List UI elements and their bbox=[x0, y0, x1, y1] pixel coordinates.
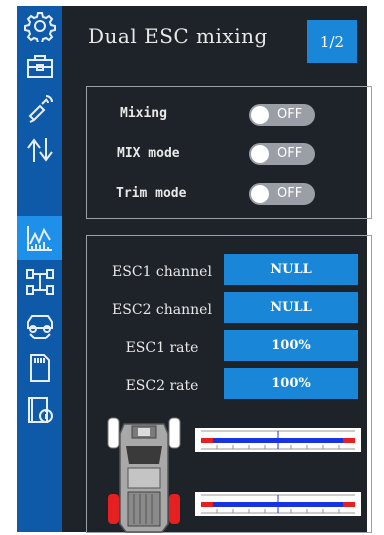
esc2-channel-label: ESC2 channel bbox=[112, 302, 212, 318]
chassis-icon bbox=[25, 269, 54, 295]
toggle-state: OFF bbox=[277, 146, 303, 161]
gear-icon bbox=[23, 12, 56, 42]
sidebar-item-mixing[interactable] bbox=[17, 216, 62, 260]
toolbox-icon bbox=[26, 55, 53, 78]
page-title: Dual ESC mixing bbox=[88, 24, 268, 48]
mixing-chart-icon bbox=[26, 226, 52, 251]
sd-card-icon bbox=[29, 354, 50, 382]
sidebar bbox=[17, 6, 62, 532]
esc1-rate-button[interactable]: 100% bbox=[224, 330, 358, 361]
sidebar-item-transmitter[interactable] bbox=[17, 88, 62, 128]
esc2-rate-label: ESC2 rate bbox=[125, 378, 199, 394]
esc2-trim-bar bbox=[195, 492, 361, 516]
sidebar-item-sd-card[interactable] bbox=[17, 348, 62, 388]
esc2-channel-button[interactable]: NULL bbox=[224, 292, 358, 323]
mix-mode-label: MIX mode bbox=[117, 146, 180, 161]
car-top-view-image bbox=[107, 417, 181, 533]
page-indicator-button[interactable]: 1/2 bbox=[307, 20, 357, 63]
esc1-rate-label: ESC1 rate bbox=[125, 340, 199, 356]
toggle-knob bbox=[251, 185, 269, 203]
sidebar-item-settings[interactable] bbox=[17, 6, 62, 46]
sidebar-item-toolbox[interactable] bbox=[17, 46, 62, 86]
mixing-label: Mixing bbox=[120, 106, 167, 121]
toggle-knob bbox=[251, 145, 269, 163]
car-icon bbox=[26, 315, 53, 339]
sidebar-item-car[interactable] bbox=[17, 306, 62, 346]
esc1-channel-button[interactable]: NULL bbox=[224, 254, 358, 285]
info-icon bbox=[27, 397, 53, 423]
esc1-channel-label: ESC1 channel bbox=[112, 264, 212, 280]
trim-mode-label: Trim mode bbox=[116, 186, 187, 201]
up-down-arrows-icon bbox=[26, 138, 53, 162]
toggle-knob bbox=[251, 106, 269, 124]
sidebar-item-info[interactable] bbox=[17, 390, 62, 430]
trim-mode-toggle[interactable]: OFF bbox=[249, 183, 315, 205]
toggle-state: OFF bbox=[277, 107, 303, 122]
mix-mode-toggle[interactable]: OFF bbox=[249, 143, 315, 165]
toggle-state: OFF bbox=[277, 186, 303, 201]
sidebar-item-chassis[interactable] bbox=[17, 262, 62, 302]
esc2-rate-button[interactable]: 100% bbox=[224, 368, 358, 399]
sidebar-item-direction[interactable] bbox=[17, 130, 62, 170]
mixing-toggle[interactable]: OFF bbox=[249, 104, 315, 126]
transmitter-icon bbox=[28, 95, 53, 123]
esc1-trim-bar bbox=[195, 428, 361, 452]
